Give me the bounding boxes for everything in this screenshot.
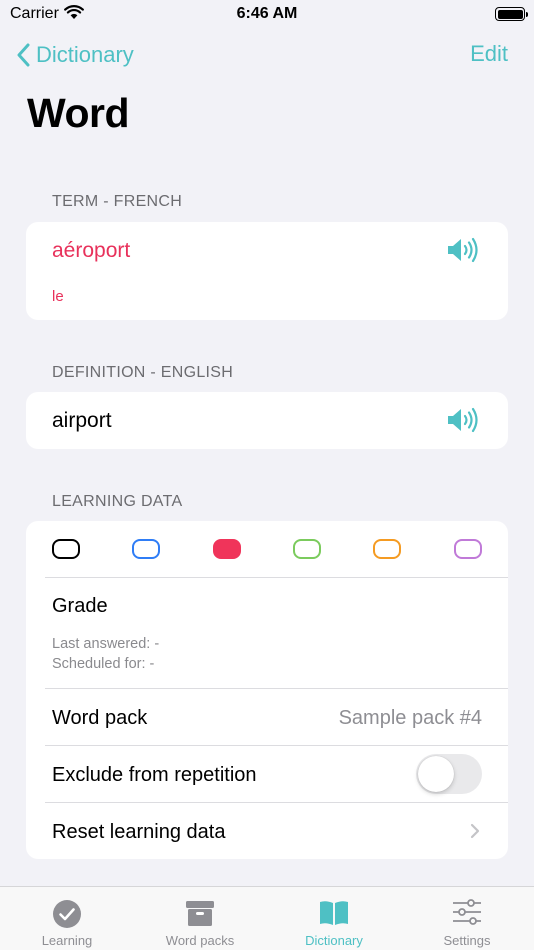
term-word: aéroport: [52, 239, 131, 262]
tab-learning[interactable]: Learning: [0, 887, 134, 950]
word-pack-label: Word pack: [52, 707, 148, 729]
tab-dictionary[interactable]: Dictionary: [267, 887, 401, 950]
checkmark-circle-icon: [53, 900, 81, 928]
chevron-left-icon: [17, 43, 30, 67]
tab-word-packs[interactable]: Word packs: [133, 887, 267, 950]
tab-bar: Learning Word packs Dictionary Settings: [0, 886, 534, 950]
divider: [45, 577, 508, 578]
page-title: Word: [27, 90, 130, 136]
tab-word-packs-label: Word packs: [165, 933, 235, 948]
status-bar: Carrier 6:46 AM: [0, 0, 534, 30]
learning-card: Grade Last answered: - Scheduled for: - …: [26, 521, 508, 859]
archive-box-icon: [186, 901, 214, 926]
speaker-icon[interactable]: [446, 407, 480, 433]
color-swatch-orange[interactable]: [373, 539, 401, 559]
reset-learning-row[interactable]: Reset learning data: [26, 803, 508, 859]
color-swatch-red[interactable]: [213, 539, 241, 559]
learning-section-header: LEARNING DATA: [52, 493, 183, 510]
exclude-toggle[interactable]: [416, 754, 482, 794]
tab-learning-label: Learning: [41, 933, 93, 948]
word-pack-row[interactable]: Word pack Sample pack #4: [26, 689, 508, 745]
toggle-knob: [418, 756, 454, 792]
back-button-label: Dictionary: [36, 42, 134, 67]
color-label-row: [26, 521, 508, 577]
back-button[interactable]: Dictionary: [16, 38, 134, 72]
color-swatch-blue[interactable]: [132, 539, 160, 559]
color-swatch-black[interactable]: [52, 539, 80, 559]
color-swatch-purple[interactable]: [454, 539, 482, 559]
term-card: aéroport le: [26, 222, 508, 320]
battery-icon: [495, 7, 528, 21]
word-pack-value: Sample pack #4: [338, 707, 482, 729]
reset-learning-label: Reset learning data: [52, 821, 226, 843]
term-article: le: [52, 288, 64, 305]
edit-button[interactable]: Edit: [470, 41, 508, 67]
definition-section-header: DEFINITION - ENGLISH: [52, 364, 234, 381]
tab-dictionary-label: Dictionary: [305, 933, 363, 948]
term-section-header: TERM - FRENCH: [52, 193, 183, 210]
book-icon: [320, 901, 348, 925]
scheduled-for-text: Scheduled for: -: [52, 656, 155, 672]
chevron-right-icon: [470, 823, 480, 839]
grade-label: Grade: [52, 595, 108, 617]
last-answered-text: Last answered: -: [52, 636, 160, 652]
color-swatch-green[interactable]: [293, 539, 321, 559]
definition-text: airport: [52, 409, 112, 432]
exclude-label: Exclude from repetition: [52, 764, 257, 786]
exclude-row: Exclude from repetition: [26, 746, 508, 802]
tab-settings[interactable]: Settings: [400, 887, 534, 950]
speaker-icon[interactable]: [446, 237, 480, 263]
tab-settings-label: Settings: [443, 933, 491, 948]
definition-card: airport: [26, 392, 508, 449]
sliders-icon: [453, 899, 481, 925]
status-time: 6:46 AM: [236, 5, 298, 22]
